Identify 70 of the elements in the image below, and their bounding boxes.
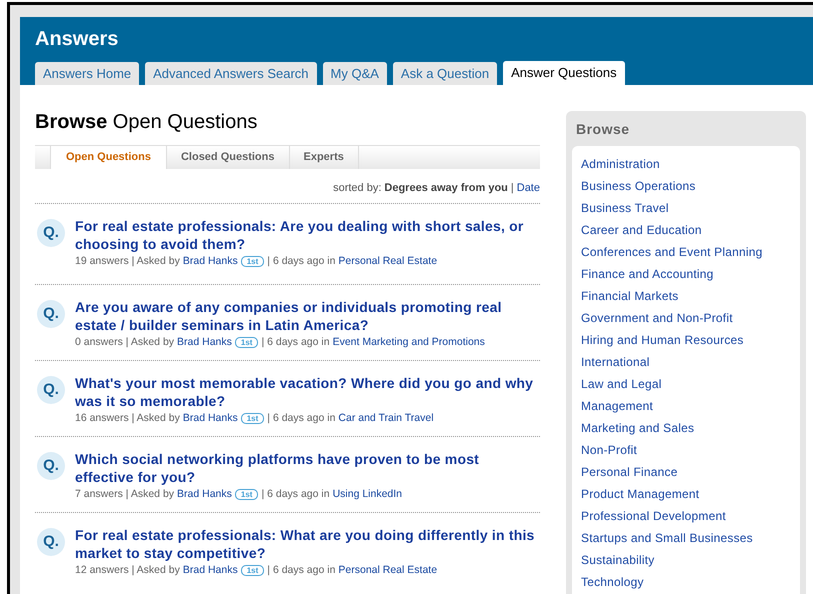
panel-title: Browse <box>575 121 630 137</box>
category-link[interactable]: Government and Non-Profit <box>581 310 733 326</box>
asker-link[interactable]: Brad Hanks <box>177 335 232 349</box>
question-icon: Q. <box>37 300 65 328</box>
category-link[interactable]: Personal Real Estate <box>338 254 438 268</box>
category-link[interactable]: Using LinkedIn <box>332 487 402 501</box>
question-age: | 6 days ago in <box>261 335 330 349</box>
category-link[interactable]: Financial Markets <box>581 288 678 304</box>
category-link[interactable]: Sustainability <box>581 552 655 568</box>
nav-tab[interactable]: Ask a Question <box>392 62 498 85</box>
sort-current: Degrees away from you <box>384 181 508 195</box>
question-age: | 6 days ago in <box>267 254 336 268</box>
question-icon: Q. <box>37 452 65 480</box>
category-link[interactable]: Product Management <box>581 486 700 502</box>
category-link[interactable]: Startups and Small Businesses <box>581 530 753 546</box>
category-link[interactable]: Marketing and Sales <box>581 420 694 436</box>
sub-tab[interactable]: Experts <box>290 146 359 169</box>
asker-link[interactable]: Brad Hanks <box>177 487 232 501</box>
degree-badge: 1st <box>240 412 264 424</box>
nav-tab[interactable]: My Q&A <box>322 62 387 85</box>
nav-tab[interactable]: Answers Home <box>35 62 140 85</box>
question-age: | 6 days ago in <box>267 563 336 577</box>
degree-badge: 1st <box>234 488 258 500</box>
degree-badge: 1st <box>234 336 258 348</box>
category-link[interactable]: Hiring and Human Resources <box>581 332 744 348</box>
sub-tab[interactable]: Open Questions <box>50 145 167 169</box>
category-link[interactable]: Event Marketing and Promotions <box>332 335 485 349</box>
degree-badge: 1st <box>240 564 264 576</box>
category-link[interactable]: Law and Legal <box>581 376 662 392</box>
category-link[interactable]: Personal Real Estate <box>338 563 438 577</box>
category-link[interactable]: Business Travel <box>581 200 669 216</box>
asker-link[interactable]: Brad Hanks <box>182 411 238 425</box>
question-title[interactable]: What's your most memorable vacation? Where did you go and why was it so memorable? <box>75 374 540 410</box>
category-link[interactable]: Conferences and Event Planning <box>581 244 762 260</box>
question-title[interactable]: For real estate professionals: Are you dealing with short sales, or choosing to avoid them? <box>75 217 540 253</box>
category-link[interactable]: Business Operations <box>581 178 696 194</box>
category-link[interactable]: Management <box>581 398 654 414</box>
question-title[interactable]: For real estate professionals: What are you doing differently in this market to stay competitive? <box>75 526 540 562</box>
category-link[interactable]: Car and Train Travel <box>338 411 434 425</box>
category-link[interactable]: Professional Development <box>581 508 726 524</box>
separator-text: | <box>510 181 514 195</box>
question-age: | 6 days ago in <box>267 411 336 425</box>
nav-tab[interactable]: Advanced Answers Search <box>145 62 317 85</box>
degree-badge: 1st <box>240 256 264 266</box>
question-icon: Q. <box>37 219 65 247</box>
category-link[interactable]: International <box>581 354 650 370</box>
question-title[interactable]: Are you aware of any companies or individuals promoting real estate / builder seminars in Latin America? <box>75 298 540 334</box>
sub-tab[interactable]: Closed Questions <box>166 146 290 169</box>
sort-link[interactable]: Date <box>516 181 540 195</box>
answer-count: 16 answers | Asked by <box>75 411 180 425</box>
page-heading: Browse Open Questions <box>35 110 258 135</box>
category-link[interactable]: Finance and Accounting <box>581 266 714 282</box>
answer-count: 19 answers | Asked by <box>75 254 180 268</box>
sort-label: sorted by: <box>333 181 382 195</box>
question-title[interactable]: Which social networking platforms have proven to be most effective for you? <box>75 450 540 486</box>
category-link[interactable]: Administration <box>581 156 660 172</box>
nav-tab[interactable]: Answer Questions <box>503 61 625 85</box>
question-icon: Q. <box>37 376 65 404</box>
category-link[interactable]: Non-Profit <box>581 442 638 458</box>
category-link[interactable]: Career and Education <box>581 222 702 238</box>
asker-link[interactable]: Brad Hanks <box>182 563 238 577</box>
question-icon: Q. <box>37 528 65 556</box>
category-link[interactable]: Technology <box>581 574 644 590</box>
answer-count: 12 answers | Asked by <box>75 563 180 577</box>
answer-count: 0 answers | Asked by <box>75 335 174 349</box>
asker-link[interactable]: Brad Hanks <box>182 254 238 268</box>
answer-count: 7 answers | Asked by <box>75 487 174 501</box>
category-link[interactable]: Personal Finance <box>581 464 678 480</box>
app-title: Answers <box>35 27 118 51</box>
question-age: | 6 days ago in <box>261 487 330 501</box>
